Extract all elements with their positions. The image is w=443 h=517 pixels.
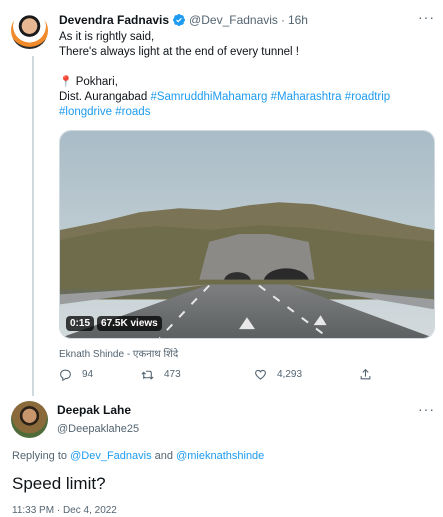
reply-count: 94 xyxy=(82,369,94,380)
video-views: 67.5K views xyxy=(97,316,162,331)
hashtag-link[interactable]: #Maharashtra xyxy=(271,91,342,103)
avatar[interactable] xyxy=(11,401,48,438)
reply-timestamp[interactable]: 11:33 PM · Dec 4, 2022 xyxy=(12,505,117,516)
reply-icon xyxy=(60,369,71,381)
like-count: 4,293 xyxy=(277,369,303,380)
separator-dot: · xyxy=(280,13,285,27)
video-duration: 0:15 xyxy=(66,316,95,331)
video-player[interactable]: 0:15 67.5K views xyxy=(59,130,435,339)
video-thumbnail xyxy=(60,131,434,338)
media-credit[interactable]: Eknath Shinde - एकनाथ शिंदे xyxy=(59,346,178,360)
original-tweet[interactable]: Devendra Fadnavis @Dev_Fadnavis · 16h ··… xyxy=(59,10,435,120)
author-name[interactable]: Devendra Fadnavis xyxy=(59,12,169,28)
retweet-icon xyxy=(141,370,154,380)
reply-header: Deepak Lahe @Deepaklahe25 xyxy=(57,402,139,437)
retweet-button[interactable]: 473 xyxy=(141,368,181,381)
mention-link[interactable]: @Dev_Fadnavis xyxy=(70,450,151,462)
location-district: Dist. Aurangabad xyxy=(59,91,148,103)
hashtag-link[interactable]: #SamruddhiMahamarg xyxy=(150,91,267,103)
heart-icon xyxy=(255,369,266,380)
reply-author-handle[interactable]: @Deepaklahe25 xyxy=(57,421,139,437)
tweet-text: As it is rightly said, There's always li… xyxy=(59,30,435,120)
reply-author-name[interactable]: Deepak Lahe xyxy=(57,402,139,418)
hashtag-link[interactable]: #longdrive xyxy=(59,106,112,118)
replying-prefix: Replying to xyxy=(12,450,68,462)
share-button[interactable] xyxy=(359,368,372,381)
more-options-icon[interactable]: ··· xyxy=(418,402,435,416)
tweet-header: Devendra Fadnavis @Dev_Fadnavis · 16h xyxy=(59,12,435,28)
tweet-line-2: There's always light at the end of every… xyxy=(59,46,299,58)
author-handle[interactable]: @Dev_Fadnavis xyxy=(189,12,278,28)
more-options-icon[interactable]: ··· xyxy=(418,10,435,24)
reply-text: Speed limit? xyxy=(12,474,106,493)
verified-badge-icon xyxy=(173,14,186,26)
location-text: Pokhari, xyxy=(75,76,118,88)
mention-link[interactable]: @mieknathshinde xyxy=(176,450,264,462)
like-button[interactable]: 4,293 xyxy=(254,368,302,381)
tweet-time[interactable]: 16h xyxy=(288,12,308,28)
replying-and: and xyxy=(154,450,174,462)
hashtag-link[interactable]: #roadtrip xyxy=(345,91,390,103)
retweet-count: 473 xyxy=(164,369,181,380)
tweet-actions: 94 473 4,293 xyxy=(59,368,389,384)
hashtag-link[interactable]: #roads xyxy=(115,106,150,118)
tweet-line-1: As it is rightly said, xyxy=(59,31,155,43)
pin-icon: 📍 xyxy=(59,76,73,88)
replying-to: Replying to @Dev_Fadnavis and @mieknaths… xyxy=(12,450,264,462)
video-badges: 0:15 67.5K views xyxy=(66,316,162,331)
thread-connector-line xyxy=(32,56,34,396)
avatar[interactable] xyxy=(11,12,48,49)
share-icon xyxy=(360,368,371,380)
reply-button[interactable]: 94 xyxy=(59,368,93,381)
